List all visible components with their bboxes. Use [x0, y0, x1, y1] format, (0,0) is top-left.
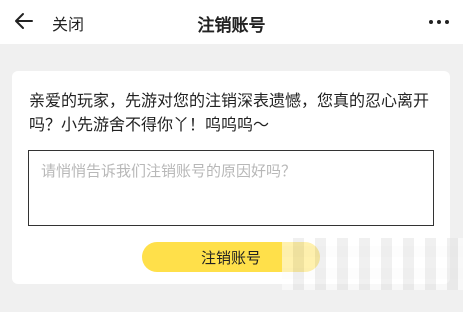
farewell-message: 亲爱的玩家，先游对您的注销深表遗憾，您真的忍心离开吗？小先游舍不得你丫！呜呜呜～ — [29, 91, 430, 134]
mosaic-watermark — [282, 238, 463, 290]
page-title: 注销账号 — [197, 16, 266, 36]
more-dots-icon[interactable] — [427, 14, 451, 30]
top-nav-bar: 关闭 注销账号 — [0, 0, 463, 44]
reason-input[interactable] — [28, 150, 434, 226]
